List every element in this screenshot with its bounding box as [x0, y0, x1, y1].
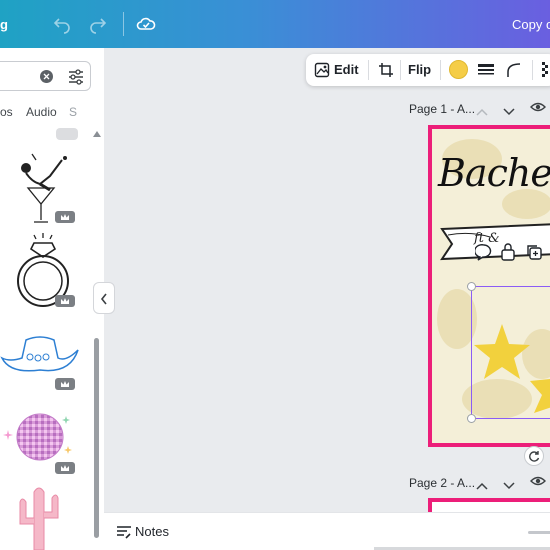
lock-icon[interactable]	[500, 243, 516, 266]
duplicate-icon[interactable]	[525, 243, 543, 266]
clear-search-icon[interactable]	[40, 70, 53, 83]
scrollbar[interactable]	[94, 338, 99, 538]
resize-handle[interactable]	[467, 414, 476, 423]
premium-crown-icon	[55, 462, 75, 474]
comment-icon[interactable]	[474, 243, 493, 266]
edit-image-icon[interactable]	[314, 62, 330, 83]
toolbar-divider	[123, 12, 124, 36]
tab-audio[interactable]: Audio	[26, 105, 57, 119]
zoom-slider[interactable]	[528, 531, 550, 534]
page-1-label[interactable]: Page 1 - A...	[409, 102, 475, 116]
document-title[interactable]: Copy o	[512, 17, 550, 32]
elements-panel: os Audio S	[0, 48, 104, 550]
transparency-icon[interactable]	[542, 62, 550, 83]
context-toolbar: Edit Flip	[306, 54, 550, 86]
collapse-panel-button[interactable]	[93, 282, 115, 314]
premium-crown-icon	[55, 211, 75, 223]
tab-more[interactable]: S	[69, 105, 77, 119]
move-page-down-icon[interactable]	[503, 103, 515, 121]
move-page-down-icon[interactable]	[503, 477, 515, 495]
cloud-saved-icon[interactable]	[136, 14, 156, 34]
premium-crown-icon	[55, 295, 75, 307]
notes-button[interactable]: Notes	[135, 524, 169, 539]
search-input[interactable]	[0, 61, 91, 91]
page-title[interactable]: Bachel	[438, 151, 550, 195]
tab-videos[interactable]: os	[0, 105, 13, 119]
move-page-up-icon[interactable]	[476, 103, 488, 121]
color-swatch[interactable]	[449, 60, 468, 79]
corner-rounding-icon[interactable]	[506, 62, 522, 83]
border-style-icon[interactable]	[478, 63, 494, 82]
notes-icon[interactable]	[116, 525, 132, 544]
move-page-up-icon[interactable]	[476, 477, 488, 495]
cowboy-hat-element[interactable]	[0, 328, 80, 383]
toolbar-divider	[532, 60, 533, 80]
resize-handle[interactable]	[467, 282, 476, 291]
toolbar-divider	[440, 60, 441, 80]
cactus-element[interactable]	[14, 484, 64, 550]
filter-icon[interactable]	[67, 68, 85, 91]
page-2-label[interactable]: Page 2 - A...	[409, 476, 475, 490]
resize-menu-label[interactable]: g	[0, 17, 8, 32]
hide-page-icon[interactable]	[530, 474, 546, 493]
rotate-button[interactable]	[524, 446, 544, 466]
scroll-up-icon[interactable]	[93, 131, 101, 137]
element-quick-actions	[470, 240, 550, 264]
toolbar-divider	[368, 60, 369, 80]
hide-page-icon[interactable]	[530, 100, 546, 119]
top-bar: g Copy o	[0, 0, 550, 48]
toolbar-divider	[400, 60, 401, 80]
edit-button[interactable]: Edit	[334, 62, 359, 77]
premium-crown-icon	[55, 378, 75, 390]
flip-button[interactable]: Flip	[408, 62, 431, 77]
selection-box[interactable]	[471, 286, 550, 419]
crop-icon[interactable]	[378, 62, 394, 83]
undo-icon[interactable]	[52, 14, 72, 34]
element-thumbnail[interactable]	[56, 128, 78, 140]
bottom-bar: Notes	[104, 512, 550, 550]
redo-icon[interactable]	[88, 14, 108, 34]
